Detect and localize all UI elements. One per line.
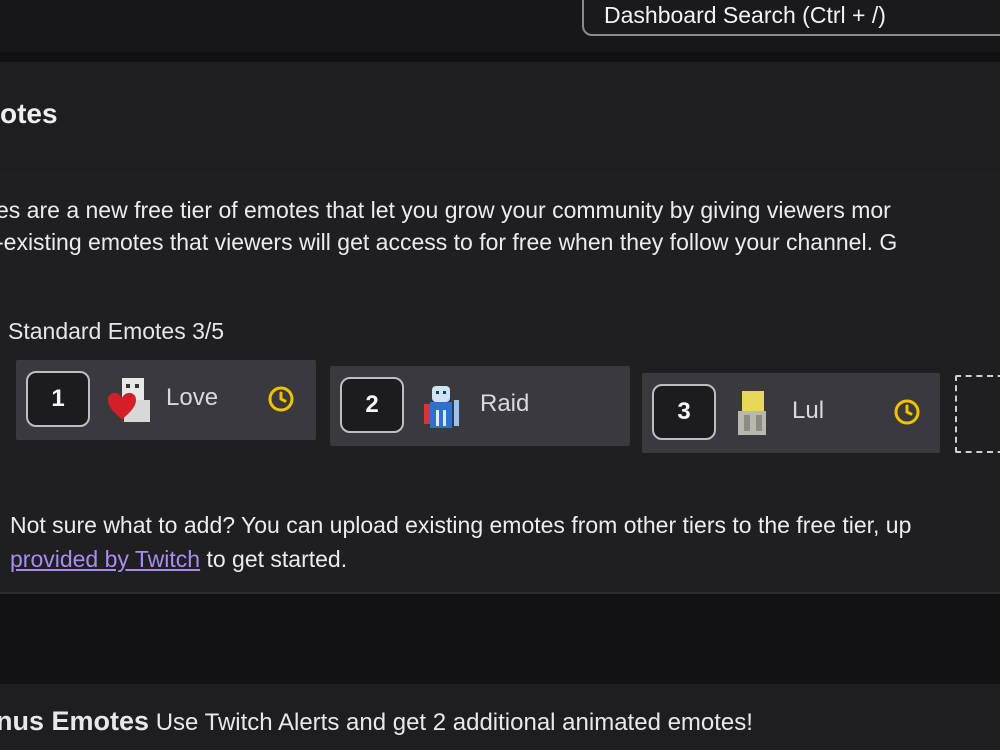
hint-line-1: Not sure what to add? You can upload exi…: [10, 512, 912, 538]
emote-name: Lul: [792, 397, 825, 424]
screen: Dashboard Search (Ctrl + /) otes es are …: [0, 0, 1000, 750]
description-line-2: -existing emotes that viewers will get a…: [0, 229, 898, 255]
slot-number: 2: [340, 377, 404, 433]
emote-slot-1[interactable]: 1 Love: [16, 360, 316, 440]
section-description: es are a new free tier of emotes that le…: [0, 194, 1000, 258]
emote-name: Love: [166, 384, 219, 411]
lower-spacer: [0, 594, 1000, 684]
slot-number: 1: [26, 371, 90, 427]
pending-clock-icon: [894, 399, 920, 425]
raid-emote-icon: [418, 380, 468, 432]
standard-emotes-label: Standard Emotes 3/5: [8, 318, 225, 344]
emote-slot-3[interactable]: 3 Lul: [642, 373, 940, 453]
section-header: [0, 62, 1000, 173]
lul-emote-icon: [730, 387, 780, 439]
upload-hint: Not sure what to add? You can upload exi…: [10, 508, 1000, 576]
add-emote-slot[interactable]: [955, 375, 1000, 453]
bonus-emotes-title: nus Emotes: [0, 706, 150, 736]
emote-name: Raid: [480, 390, 530, 417]
dashboard-search-placeholder: Dashboard Search (Ctrl + /): [604, 2, 886, 28]
description-line-1: es are a new free tier of emotes that le…: [0, 197, 891, 223]
hint-line-2-text: to get started.: [200, 546, 348, 572]
provided-by-twitch-link[interactable]: provided by Twitch: [10, 546, 200, 572]
section-title: otes: [0, 98, 58, 129]
bonus-emotes-text: Use Twitch Alerts and get 2 additional a…: [149, 709, 753, 736]
hint-line-2: provided by Twitch to get started.: [10, 542, 1000, 576]
dashboard-search-input[interactable]: Dashboard Search (Ctrl + /): [582, 0, 1000, 36]
bonus-emotes-header: nus Emotes Use Twitch Alerts and get 2 a…: [0, 706, 753, 737]
pending-clock-icon: [268, 386, 294, 412]
slot-number: 3: [652, 384, 716, 440]
emote-slot-2[interactable]: 2 Raid: [330, 366, 630, 446]
top-bar: Dashboard Search (Ctrl + /): [0, 0, 1000, 52]
love-emote-icon: [104, 374, 154, 426]
